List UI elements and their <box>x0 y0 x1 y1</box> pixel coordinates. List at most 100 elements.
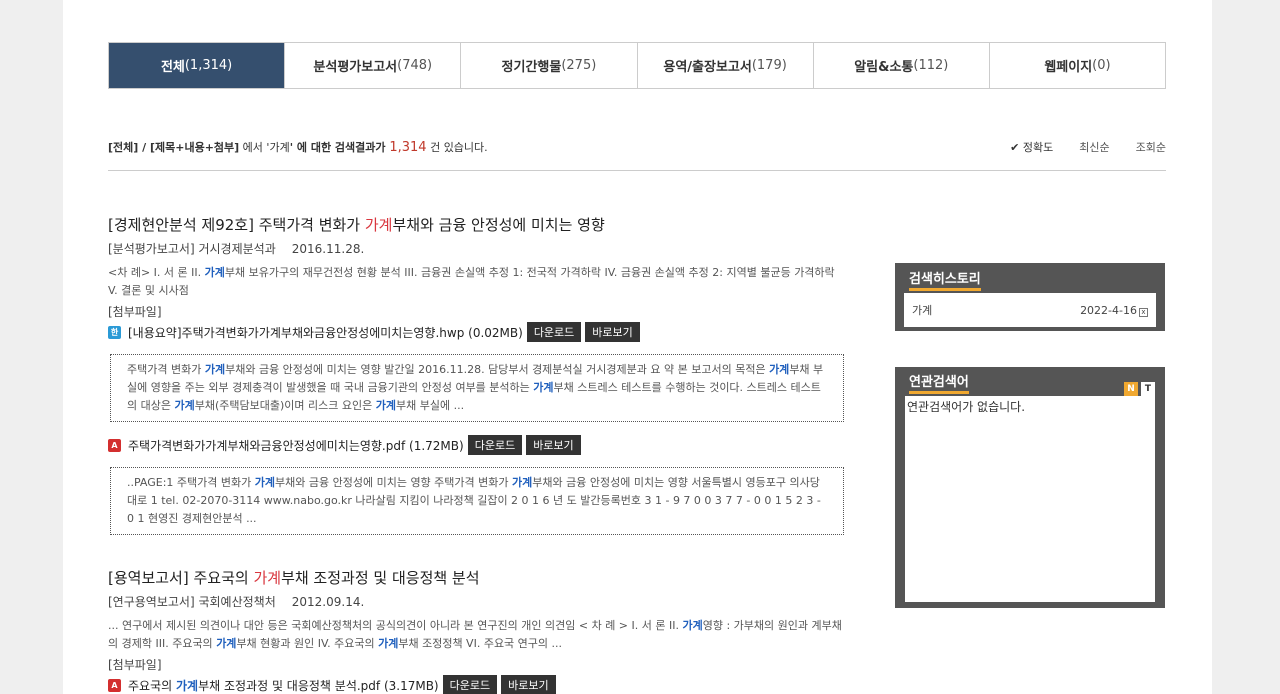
tab-count: (0) <box>1092 58 1111 73</box>
page-container: 전체 (1,314) 분석평가보고서 (748) 정기간행물 (275) 용역/출장보고서(… <box>63 0 1212 694</box>
tab-count: (275) <box>561 58 597 73</box>
tab-3[interactable]: 용역/출장보고서 (179) <box>636 43 813 88</box>
tab-count: (1,314) <box>184 58 233 73</box>
title-text: 부채 조정과정 및 대응정책 분석 <box>281 569 480 587</box>
text-segment: 가계 <box>174 399 195 412</box>
related-keywords-title: 연관검색어 <box>909 371 969 394</box>
text-segment: 주택가격 변화가 <box>127 363 205 376</box>
summary-tail: 건 있습니다. <box>426 141 488 154</box>
pdf-file-icon: A <box>108 678 121 692</box>
text-segment: ..PAGE:1 주택가격 변화가 <box>127 476 255 489</box>
file-preview: ..PAGE:1 주택가격 변화가 가계부채와 금융 안정성에 미치는 영향 주… <box>110 467 844 535</box>
badge-n[interactable]: N <box>1124 382 1138 396</box>
text-segment: 부채와 금융 안정성에 미치는 영향 주택가격 변화가 <box>275 476 513 489</box>
view-button[interactable]: 바로보기 <box>585 322 640 342</box>
text-segment: <차 례> I. 서 론 II. <box>108 266 205 279</box>
text-segment: ... 연구에서 제시된 의견이나 대안 등은 국회예산정책처의 공식의견이 아… <box>108 619 683 632</box>
tab-label: 웹페이지 <box>1044 60 1093 75</box>
result-title[interactable]: [경제현안분석 제92호] 주택가격 변화가 가계부채와 금융 안정성에 미치는… <box>108 214 844 235</box>
tab-4[interactable]: 알림&소통 (112) <box>812 43 989 88</box>
pdf-file-icon: A <box>108 438 121 452</box>
result-title[interactable]: [용역보고서] 주요국의 가계부채 조정과정 및 대응정책 분석 <box>108 567 844 588</box>
attachment-file: 한 [내용요약]주택가격변화가가계부채와금융안정성에미치는영향.hwp (0.02… <box>108 322 844 342</box>
view-button[interactable]: 바로보기 <box>501 675 556 694</box>
file-preview: 주택가격 변화가 가계부채와 금융 안정성에 미치는 영향 발간일 2016.1… <box>110 354 844 422</box>
tab-label: 용역/출장보고서 <box>663 60 752 75</box>
text-segment: 부채와금융안정성에미치는영향.hwp (0.02MB) <box>280 325 523 340</box>
text-segment: 가계 <box>512 476 533 489</box>
summary-text-2: ' 에 대한 검색결과가 <box>289 141 390 154</box>
result-meta: [분석평가보고서] 거시경제분석과 2016.11.28. <box>108 240 844 257</box>
file-name[interactable]: 주택가격변화가가계부채와금융안정성에미치는영향.pdf (1.72MB) <box>128 437 464 454</box>
history-item[interactable]: 가계 2022-4-16 x <box>904 293 1156 327</box>
result-category: [분석평가보고서] 거시경제분석과 <box>108 242 276 256</box>
text-segment: 가계 <box>769 363 790 376</box>
text-segment: 부채 조정과정 및 대응정책 분석.pdf (3.17MB) <box>198 678 439 693</box>
sort-latest[interactable]: 최신순 <box>1079 139 1109 155</box>
text-segment: 부채와 금융 안정성에 미치는 영향 발간일 2016.11.28. 담당부서 … <box>225 363 770 376</box>
text-segment: 부채(주택담보대출)이며 리스크 요인은 <box>194 399 376 412</box>
tab-count: (748) <box>397 58 433 73</box>
category-tabs: 전체 (1,314) 분석평가보고서 (748) 정기간행물 (275) 용역/출장보고서(… <box>108 42 1166 89</box>
tab-0[interactable]: 전체 (1,314) <box>109 43 285 88</box>
summary-text: 에서 ' <box>239 141 270 154</box>
title-text: [용역보고서] 주요국의 <box>108 569 254 587</box>
file-name[interactable]: 주요국의 가계부채 조정과정 및 대응정책 분석.pdf (3.17MB) <box>128 677 439 694</box>
download-button[interactable]: 다운로드 <box>526 322 582 342</box>
text-segment: 가계 <box>378 637 399 650</box>
title-text: [경제현안분석 제92호] 주택가격 변화가 <box>108 216 365 234</box>
text-segment: 주요국의 <box>128 678 176 693</box>
related-keywords-panel: 연관검색어 NT 연관검색어가 없습니다. <box>895 367 1165 608</box>
text-segment: 부채와금융안정성에미치는영향.pdf (1.72MB) <box>227 438 464 453</box>
history-term[interactable]: 가계 <box>912 302 932 318</box>
result-category: [연구용역보고서] 국회예산정책처 <box>108 595 276 609</box>
result-snippet: <차 례> I. 서 론 II. 가계부채 보유가구의 재무건전성 현황 분석 … <box>108 264 844 300</box>
tab-5[interactable]: 웹페이지 (0) <box>988 43 1165 88</box>
view-button[interactable]: 바로보기 <box>526 435 581 455</box>
related-keywords-list: 연관검색어가 없습니다. <box>905 396 1155 602</box>
history-date: 2022-4-16 <box>1080 303 1137 317</box>
text-segment: 부채 현황과 원인 IV. 주요국의 <box>236 637 379 650</box>
attachment-label: [첨부파일] <box>108 658 162 672</box>
title-keyword: 가계 <box>253 569 282 587</box>
file-name[interactable]: [내용요약]주택가격변화가가계부채와금융안정성에미치는영향.hwp (0.02M… <box>128 324 523 341</box>
sort-views[interactable]: 조회순 <box>1136 139 1166 155</box>
tab-label: 정기간행물 <box>501 60 562 75</box>
badge-t[interactable]: T <box>1141 382 1155 396</box>
title-text: 부채와 금융 안정성에 미치는 영향 <box>392 216 605 234</box>
result-date: 2016.11.28. <box>291 242 365 256</box>
result-meta: [연구용역보고서] 국회예산정책처 2012.09.14. <box>108 593 844 610</box>
download-button[interactable]: 다운로드 <box>442 675 498 694</box>
text-segment: [내용요약]주택가격변화가 <box>128 325 259 340</box>
related-empty-text: 연관검색어가 없습니다. <box>907 400 1026 414</box>
text-segment: 가계 <box>216 637 237 650</box>
tab-label: 전체 <box>160 60 185 75</box>
hwp-file-icon: 한 <box>108 325 121 339</box>
search-result: [경제현안분석 제92호] 주택가격 변화가 가계부채와 금융 안정성에 미치는… <box>108 214 844 535</box>
tab-label: 알림&소통 <box>854 60 914 75</box>
text-segment: 부채 부실에 ... <box>395 399 465 412</box>
tab-2[interactable]: 정기간행물 (275) <box>460 43 636 88</box>
search-history-panel: 검색히스토리 가계 2022-4-16 x <box>895 263 1165 331</box>
text-segment: 가계 <box>375 399 396 412</box>
attachment-file: A 주요국의 가계부채 조정과정 및 대응정책 분석.pdf (3.17MB) 다운… <box>108 675 844 694</box>
search-history-title: 검색히스토리 <box>909 268 981 291</box>
download-button[interactable]: 다운로드 <box>467 435 523 455</box>
sort-accuracy[interactable]: ✔ 정확도 <box>1010 139 1053 155</box>
title-keyword: 가계 <box>364 216 393 234</box>
divider <box>108 170 1166 171</box>
text-segment: 가계 <box>205 438 228 453</box>
sort-options: ✔ 정확도 최신순 조회순 <box>1010 139 1166 155</box>
result-date: 2012.09.14. <box>291 595 365 609</box>
text-segment: 가계 <box>533 381 554 394</box>
text-segment: 가계 <box>175 678 199 693</box>
tab-1[interactable]: 분석평가보고서 (748) <box>284 43 460 88</box>
remove-history-icon[interactable]: x <box>1139 307 1148 317</box>
tab-count: (179) <box>751 58 787 73</box>
result-total: 1,314 <box>389 140 427 155</box>
text-segment: 부채 조정정책 VI. 주요국 연구의 ... <box>398 637 563 650</box>
search-scope: [전체] / [제목+내용+첨부] <box>108 141 240 154</box>
text-segment: 가계 <box>258 325 281 340</box>
text-segment: 가계 <box>254 476 276 489</box>
search-summary: [전체] / [제목+내용+첨부] 에서 '가계' 에 대한 검색결과가 1,3… <box>108 139 488 155</box>
